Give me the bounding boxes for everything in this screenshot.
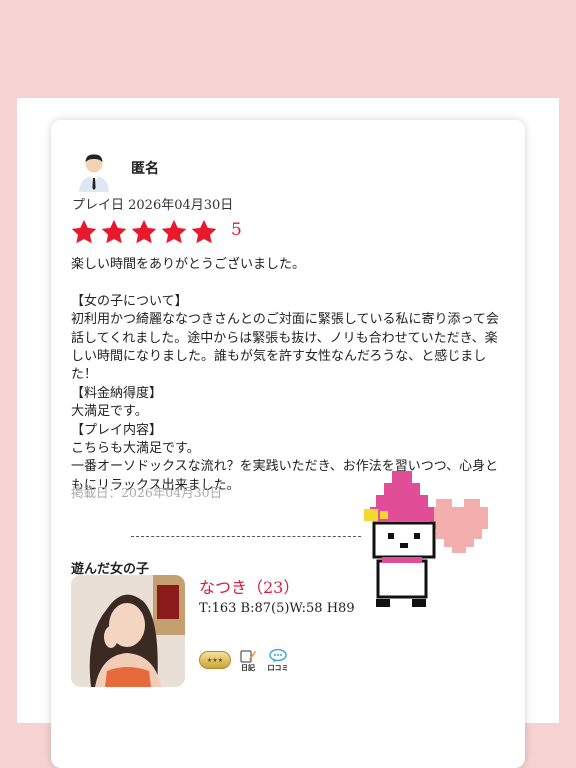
star-icon [131,219,157,244]
divider [131,536,361,537]
kuchikomi-label: 口コミ [267,664,289,672]
girl-name[interactable]: なつき（23） [199,574,299,598]
star-icon [191,219,217,244]
reviewer-name: 匿名 [131,161,159,177]
girl-photo[interactable] [71,575,185,687]
diary-label: 日記 [241,664,255,672]
review-body: 楽しい時間をありがとうございました。 【女の子について】 初利用かつ綺麗ななつき… [71,257,499,493]
star-icon [101,219,127,244]
gold-rank-badge: ★★★ [199,651,231,669]
girl-photo-image [71,575,185,687]
girl-stats: T:163 B:87(5)W:58 H89 [199,601,355,616]
play-date: プレイ日 2026年04月30日 [72,198,234,213]
rating-value: 5 [231,220,242,240]
star-icon [71,219,97,244]
kuchikomi-icon [269,649,287,663]
pixel-melody-sticker [364,471,488,607]
diary-badge[interactable]: 日記 [235,647,261,673]
posted-date: 掲載日：2026年04月30日 [71,485,223,500]
star-icon [161,219,187,244]
review-card: 匿名 プレイ日 2026年04月30日 5 楽しい時間をありがとうございました。… [51,120,525,768]
kuchikomi-badge[interactable]: 口コミ [265,647,291,673]
diary-icon [240,650,256,663]
user-avatar-icon [79,154,109,192]
star-rating [70,219,218,245]
girl-badges: ★★★ 日記 口コミ [199,647,291,673]
